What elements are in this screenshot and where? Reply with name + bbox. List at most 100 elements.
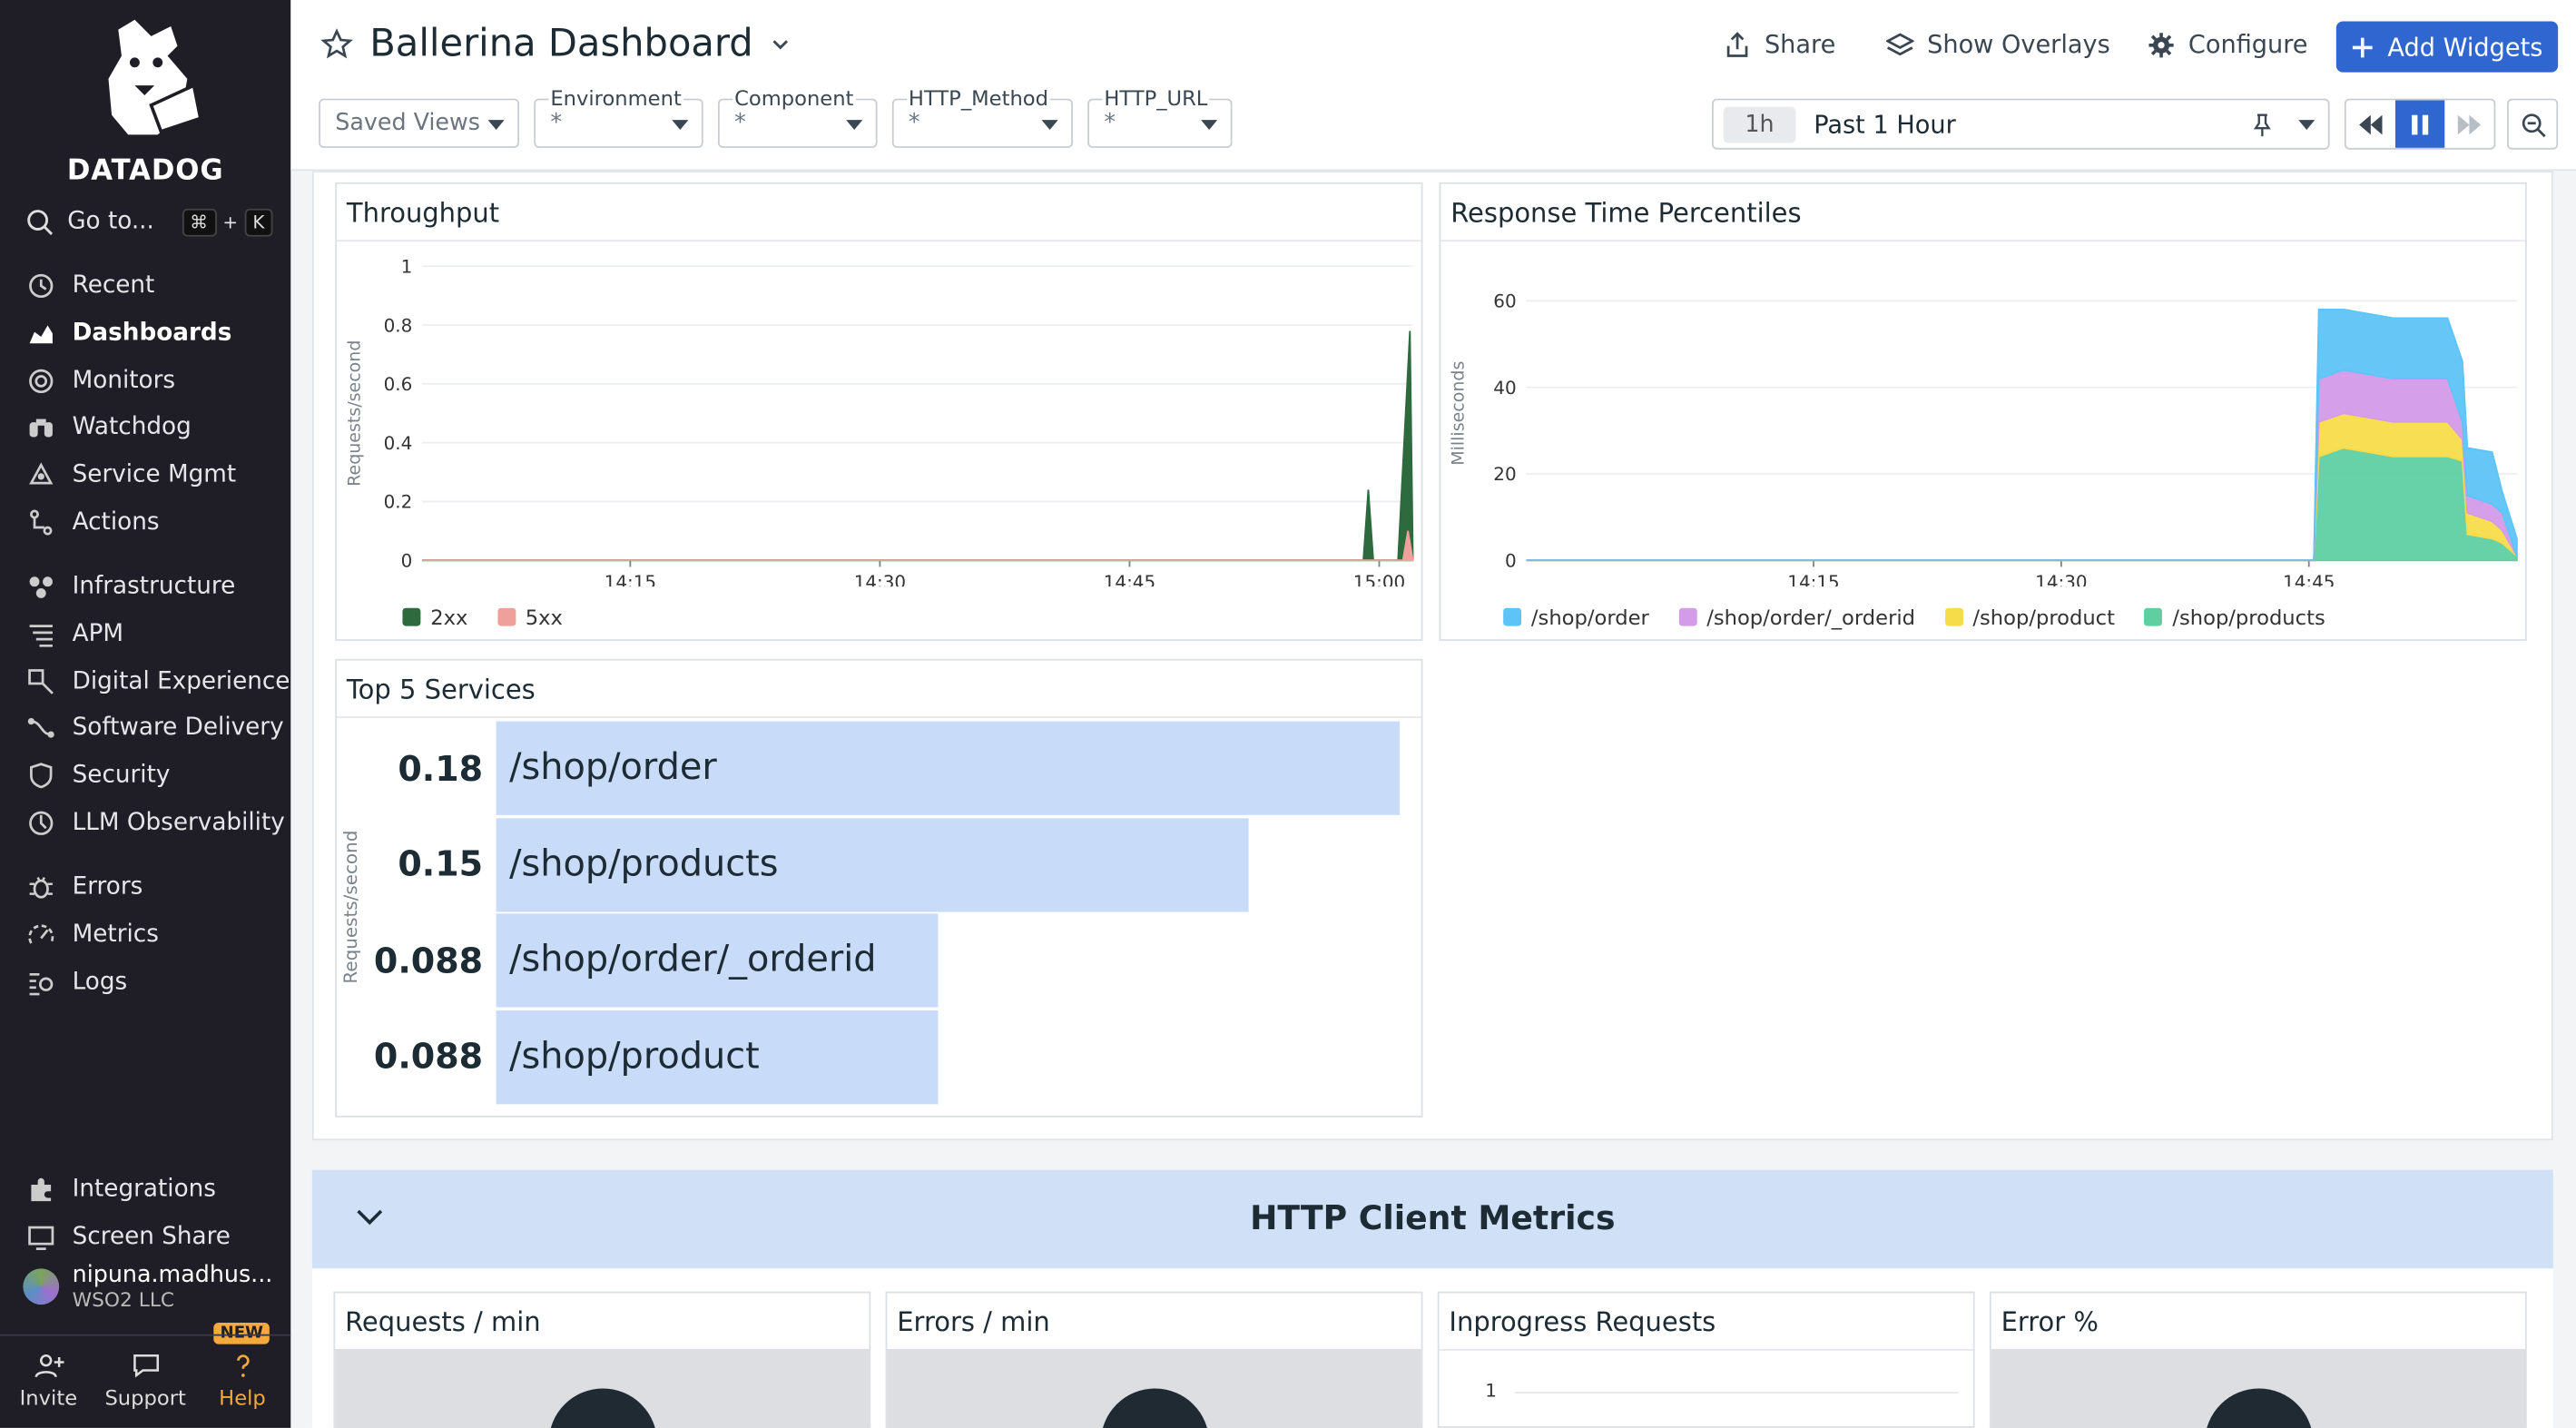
saved-views-label: Saved Views xyxy=(335,110,480,137)
errors-per-min-widget[interactable]: Errors / min xyxy=(885,1291,1423,1428)
sidebar-item-metrics[interactable]: Metrics xyxy=(26,911,290,959)
brand-name: DATADOG xyxy=(66,154,224,188)
filter-value: * xyxy=(908,110,920,137)
pause-button[interactable] xyxy=(2394,100,2445,148)
infrastructure-icon xyxy=(29,576,53,599)
filter-label: HTTP_URL xyxy=(1102,85,1210,111)
sidebar-item-llm-observability[interactable]: LLM Observability xyxy=(26,799,290,846)
legend-item-shop-products[interactable]: /shop/products xyxy=(2144,605,2325,629)
throughput-widget[interactable]: Throughput 0 0.2 0.4 0.6 0.8 1 14:15 14:30 14:45… xyxy=(335,182,1424,641)
history-icon xyxy=(29,274,54,299)
sidebar-item-digital-experience[interactable]: Digital Experience xyxy=(26,658,290,705)
toplist-row[interactable]: 0.15/shop/products xyxy=(337,817,1249,911)
kbd-plus: + xyxy=(222,211,239,233)
throughput-chart[interactable]: 0 0.2 0.4 0.6 0.8 1 14:15 14:30 14:45 15:00 Reques… xyxy=(337,241,1424,586)
support-button[interactable]: Support xyxy=(97,1336,194,1428)
sidebar-item-security[interactable]: Security xyxy=(26,753,290,800)
legend-swatch xyxy=(1944,607,1963,626)
filter-label: Component xyxy=(732,85,856,111)
filter-value: * xyxy=(1104,110,1116,137)
x-tick-label: 14:30 xyxy=(2035,572,2087,586)
fast-forward-button[interactable] xyxy=(2444,100,2493,147)
pin-icon[interactable] xyxy=(2251,113,2274,137)
sidebar-item-integrations[interactable]: Integrations xyxy=(26,1167,290,1214)
sidebar-item-label: APM xyxy=(72,621,124,648)
environment-filter[interactable]: Environment * xyxy=(534,85,703,148)
sidebar-item-label: Errors xyxy=(72,874,143,901)
http-method-filter[interactable]: HTTP_Method * xyxy=(891,85,1073,148)
sidebar-item-monitors[interactable]: Monitors xyxy=(26,357,290,404)
legend-item-2xx[interactable]: 2xx xyxy=(402,605,467,629)
sidebar-item-label: Infrastructure xyxy=(72,574,236,601)
legend-swatch xyxy=(2144,607,2163,626)
sidebar-item-errors[interactable]: Errors xyxy=(26,864,290,911)
add-user-icon xyxy=(34,1354,64,1378)
y-tick-label: 20 xyxy=(1493,464,1516,485)
sidebar-item-screen-share[interactable]: Screen Share xyxy=(26,1214,290,1261)
widget-title: Response Time Percentiles xyxy=(1450,197,1802,229)
show-overlays-button[interactable]: Show Overlays xyxy=(1885,30,2110,59)
toplist-row[interactable]: 0.18/shop/order xyxy=(337,721,1401,815)
caret-down-icon[interactable] xyxy=(2298,120,2315,130)
screen-share-icon xyxy=(28,1226,54,1251)
help-label: Help xyxy=(219,1384,266,1410)
sidebar-item-watchdog[interactable]: Watchdog xyxy=(26,404,290,451)
widget-body xyxy=(1991,1349,2525,1428)
toplist-row[interactable]: 0.088/shop/order/_orderid xyxy=(337,913,939,1008)
pause-icon xyxy=(2412,113,2429,134)
toplist-bar[interactable]: /shop/products xyxy=(496,817,1249,911)
invite-button[interactable]: Invite xyxy=(0,1336,97,1428)
sidebar-item-actions[interactable]: Actions xyxy=(26,498,290,546)
sidebar-item-software-delivery[interactable]: Software Delivery xyxy=(26,705,290,753)
response-time-widget[interactable]: Response Time Percentiles 0 20 40 60 14:15 14… xyxy=(1439,182,2528,641)
component-filter[interactable]: Component * xyxy=(717,85,878,148)
sidebar-item-recent[interactable]: Recent xyxy=(26,263,290,310)
widget-title: Inprogress Requests xyxy=(1449,1305,1716,1338)
toplist-bar[interactable]: /shop/order/_orderid xyxy=(496,913,939,1008)
top-5-services-widget[interactable]: Top 5 Services Requests/second 0.18/shop… xyxy=(335,658,1423,1118)
star-icon[interactable] xyxy=(320,28,353,61)
toplist-row[interactable]: 0.088/shop/product xyxy=(337,1009,939,1104)
sidebar-item-logs[interactable]: Logs xyxy=(26,959,290,1006)
filter-label: HTTP_Method xyxy=(907,85,1050,111)
y-tick-label: 0 xyxy=(1505,550,1517,571)
loading-indicator xyxy=(2204,1388,2313,1428)
http-url-filter[interactable]: HTTP_URL * xyxy=(1087,85,1233,148)
add-widgets-button[interactable]: Add Widgets xyxy=(2335,21,2559,73)
sidebar-footer: Invite Support Help xyxy=(0,1334,291,1428)
configure-button[interactable]: Configure xyxy=(2148,30,2308,59)
sidebar-item-dashboards[interactable]: Dashboards xyxy=(26,310,290,358)
sidebar-item-infrastructure[interactable]: Infrastructure xyxy=(26,564,290,611)
nav-group-products: Infrastructure APM Digital Experience So… xyxy=(26,564,290,847)
share-button[interactable]: Share xyxy=(1724,30,1835,59)
inprogress-requests-widget[interactable]: Inprogress Requests 1 xyxy=(1437,1291,1975,1428)
sidebar-item-apm[interactable]: APM xyxy=(26,611,290,658)
saved-views-select[interactable]: Saved Views xyxy=(319,98,519,148)
legend-item-shop-order[interactable]: /shop/order xyxy=(1503,605,1649,629)
sidebar-item-label: Screen Share xyxy=(72,1224,231,1251)
sidebar-item-service-mgmt[interactable]: Service Mgmt xyxy=(26,451,290,498)
user-menu[interactable]: nipuna.madhus... WSO2 LLC xyxy=(23,1262,272,1311)
http-client-metrics-header[interactable]: HTTP Client Metrics xyxy=(311,1169,2553,1269)
datadog-logo[interactable]: DATADOG xyxy=(0,13,290,187)
error-percent-widget[interactable]: Error % xyxy=(1989,1291,2527,1428)
toplist-bar[interactable]: /shop/order xyxy=(496,721,1401,815)
toplist-bar[interactable]: /shop/product xyxy=(496,1009,939,1104)
requests-per-min-widget[interactable]: Requests / min xyxy=(333,1291,871,1428)
rewind-button[interactable] xyxy=(2346,100,2395,147)
legend-item-shop-product[interactable]: /shop/product xyxy=(1944,605,2115,629)
loading-indicator xyxy=(547,1388,657,1428)
goto-search[interactable]: Go to... ⌘ + K xyxy=(26,203,273,240)
chevron-down-icon[interactable] xyxy=(770,33,792,55)
time-range-picker[interactable]: 1h Past 1 Hour xyxy=(1712,98,2330,150)
sidebar-item-label: Software Delivery xyxy=(72,715,284,743)
zoom-out-icon xyxy=(2521,113,2545,137)
legend-item-5xx[interactable]: 5xx xyxy=(497,605,563,629)
series-area-0 xyxy=(422,330,1414,562)
response-time-chart[interactable]: 020406014:1514:3014:4515:00Milliseconds xyxy=(1440,241,2528,586)
help-button[interactable]: Help xyxy=(194,1336,291,1428)
zoom-out-button[interactable] xyxy=(2507,98,2559,150)
caret-down-icon xyxy=(1201,120,1218,130)
avatar xyxy=(23,1268,60,1305)
legend-item-shop-order-orderid[interactable]: /shop/order/_orderid xyxy=(1678,605,1915,629)
